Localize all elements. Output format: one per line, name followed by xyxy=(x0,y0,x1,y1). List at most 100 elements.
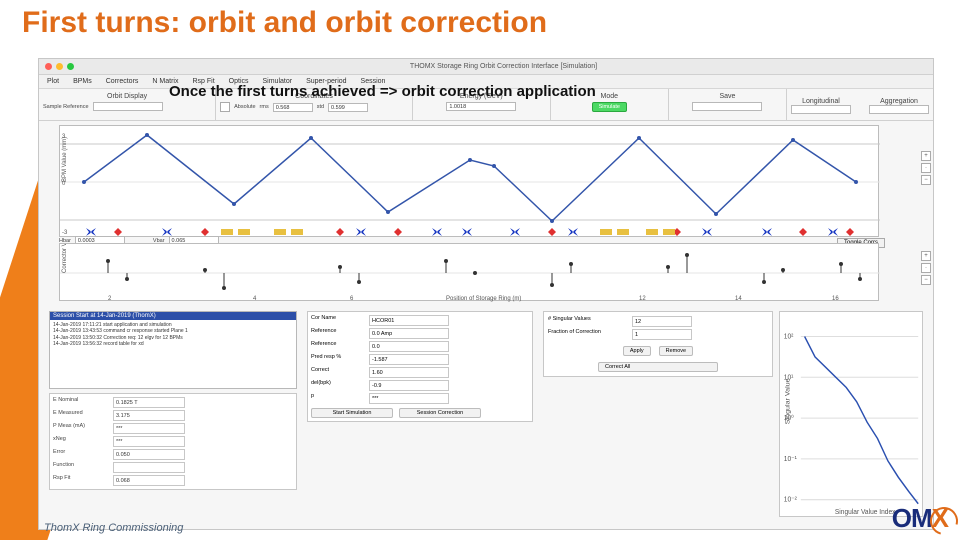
x-axis-label: Position of Storage Ring (m) xyxy=(446,296,521,302)
row-label: E Measured xyxy=(53,410,109,421)
abs-label: Absolute xyxy=(234,104,255,110)
row-value: -0.9 xyxy=(369,380,449,391)
sv-chart: 10²10¹10⁰10⁻¹10⁻² Singular Value Index S… xyxy=(779,311,923,517)
row-value: 0.050 xyxy=(113,449,185,460)
zoom-in-icon[interactable]: + xyxy=(921,151,931,161)
window-controls[interactable] xyxy=(45,63,74,70)
save-label: Save xyxy=(673,91,782,100)
row-label: Reference xyxy=(311,341,365,352)
log-panel: Session Start at 14-Jan-2019 (ThomX) 14-… xyxy=(49,311,297,389)
row-label: P Meas (mA) xyxy=(53,423,109,434)
agg-label: Aggregation xyxy=(869,96,929,105)
row-value: 0.068 xyxy=(113,475,185,486)
zoom-reset-icon[interactable]: · xyxy=(921,263,931,273)
svg-text:10⁻²: 10⁻² xyxy=(784,497,798,504)
apply-button[interactable]: Apply xyxy=(623,346,651,356)
svg-text:Corrector Value (mrad): Corrector Value (mrad) xyxy=(62,244,68,273)
start-sim-button[interactable]: Start Simulation xyxy=(311,408,393,418)
menu-bpms[interactable]: BPMs xyxy=(73,78,92,85)
rms-field: 0.568 xyxy=(273,103,313,112)
row-label: # Singular Values xyxy=(548,316,628,327)
remove-button[interactable]: Remove xyxy=(659,346,693,356)
row-label: Function xyxy=(53,462,109,473)
corrector-chart: Corrector Value (mrad) 2 4 6 Position of St… xyxy=(59,243,879,301)
window-title: THOMX Storage Ring Orbit Correction Inte… xyxy=(74,63,933,70)
logo-x: X xyxy=(932,503,948,534)
titlebar: THOMX Storage Ring Orbit Correction Inte… xyxy=(39,59,933,75)
std-label: std xyxy=(317,104,324,110)
chart2-zoom: + · − xyxy=(921,251,931,285)
zoom-in-icon[interactable]: + xyxy=(921,251,931,261)
zoom-icon[interactable] xyxy=(67,63,74,70)
simulate-button[interactable]: Simulate xyxy=(592,102,627,112)
svg-text:2: 2 xyxy=(108,296,112,302)
svg-text:Singular Value Index: Singular Value Index xyxy=(835,509,896,516)
row-value: *** xyxy=(369,393,449,404)
correct-all-button[interactable]: Correct All xyxy=(598,362,718,372)
slide-title: First turns: orbit and orbit correction xyxy=(22,6,547,40)
panel-b: Cor Name HCOR01 Reference 0.0 Amp Referenc… xyxy=(307,311,533,422)
svg-text:4: 4 xyxy=(253,296,257,302)
zoom-out-icon[interactable]: − xyxy=(921,275,931,285)
svg-text:10⁻¹: 10⁻¹ xyxy=(784,456,798,463)
bottom-area: Session Start at 14-Jan-2019 (ThomX) 14-… xyxy=(39,307,933,523)
row-label: del(bpk) xyxy=(311,380,365,391)
energy-field: 1.0018 xyxy=(446,102,516,111)
log-body: 14-Jan-2019 17:11:21 start application a… xyxy=(50,320,296,349)
logo: OM X xyxy=(892,503,948,534)
sample-ref-field[interactable] xyxy=(93,102,163,111)
row-value[interactable]: 1 xyxy=(632,329,692,340)
abs-checkbox[interactable] xyxy=(220,102,230,112)
zoom-reset-icon[interactable]: · xyxy=(921,163,931,173)
std-field: 0.599 xyxy=(328,103,368,112)
row-label: Error xyxy=(53,449,109,460)
logo-text: OM xyxy=(892,503,932,534)
session-corr-button[interactable]: Session Correction xyxy=(399,408,481,418)
row-value: *** xyxy=(113,436,185,447)
row-label: Pred resp % xyxy=(311,354,365,365)
row-value: HCOR01 xyxy=(369,315,449,326)
long-label: Longitudinal xyxy=(791,96,851,105)
row-label: Fraction of Correction xyxy=(548,329,628,340)
rms-label: rms xyxy=(260,104,269,110)
menu-correctors[interactable]: Correctors xyxy=(106,78,139,85)
row-label: Correct xyxy=(311,367,365,378)
row-value[interactable]: 12 xyxy=(632,316,692,327)
panel-a: E Nominal0.1825 T E Measured3.175 P Meas… xyxy=(49,393,297,490)
row-label: Reference xyxy=(311,328,365,339)
zoom-out-icon[interactable]: − xyxy=(921,175,931,185)
log-line: 14-Jan-2019 13:56:32 record table for xd xyxy=(53,341,293,347)
menu-plot[interactable]: Plot xyxy=(47,78,59,85)
row-label: xNeg xyxy=(53,436,109,447)
chart1-zoom: + · − xyxy=(921,151,931,185)
row-label: p xyxy=(311,393,365,404)
svg-text:12: 12 xyxy=(639,296,646,302)
row-label: Cor Name xyxy=(311,315,365,326)
row-value: 0.0 xyxy=(369,341,449,352)
chart-area: BPM Value (mm) 30-3 Hbar0.0003 Vbar0.065… xyxy=(39,121,933,307)
slide-footer: ThomX Ring Commissioning xyxy=(44,522,183,534)
svg-text:14: 14 xyxy=(735,296,742,302)
agg-field[interactable] xyxy=(869,105,929,114)
sample-ref-label: Sample Reference xyxy=(43,104,89,110)
long-field[interactable] xyxy=(791,105,851,114)
row-label: E Nominal xyxy=(53,397,109,408)
close-icon[interactable] xyxy=(45,63,52,70)
row-value xyxy=(113,462,185,473)
row-label: Rsp Fit xyxy=(53,475,109,486)
svg-text:6: 6 xyxy=(350,296,354,302)
minimize-icon[interactable] xyxy=(56,63,63,70)
row-value: 1.60 xyxy=(369,367,449,378)
row-value: 0.0 Amp xyxy=(369,328,449,339)
row-value: 0.1825 T xyxy=(113,397,185,408)
row-value: *** xyxy=(113,423,185,434)
row-value: -1.587 xyxy=(369,354,449,365)
save-field[interactable] xyxy=(692,102,762,111)
callout-text: Once the first turns achieved => orbit c… xyxy=(169,83,596,100)
app-window: THOMX Storage Ring Orbit Correction Inte… xyxy=(38,58,934,530)
y1-axis-label: BPM Value (mm) xyxy=(62,137,68,182)
svg-text:Singular Value: Singular Value xyxy=(785,378,792,424)
svg-text:10²: 10² xyxy=(784,333,794,340)
orbit-chart: BPM Value (mm) 30-3 xyxy=(59,125,879,237)
svg-text:16: 16 xyxy=(832,296,839,302)
